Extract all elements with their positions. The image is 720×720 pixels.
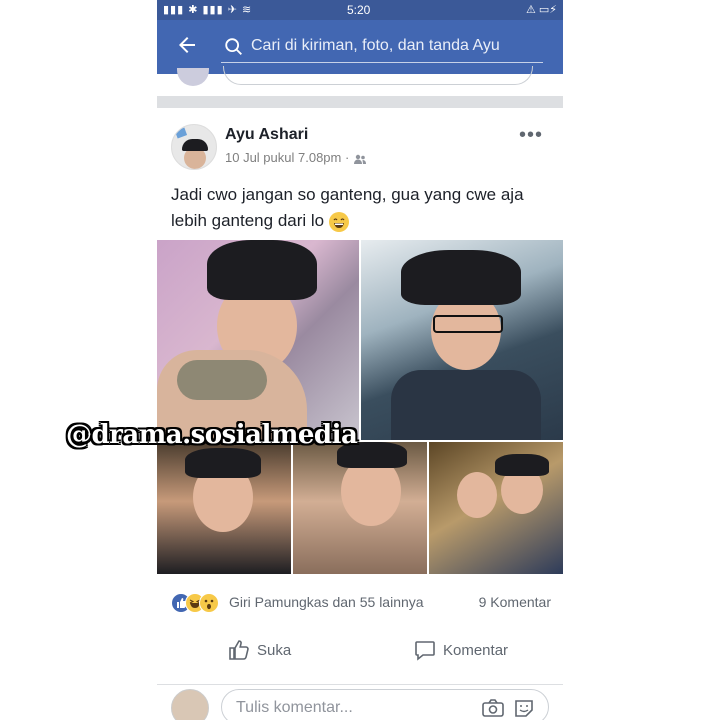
phone-screen: ▮▮▮ ✱ ▮▮▮ ✈ ≋ 5:20 ⚠ ▭⚡ Cari di kiriman,… [157, 0, 563, 720]
grinning-emoji-icon [328, 211, 349, 232]
thumbs-up-icon [229, 640, 249, 660]
search-icon [225, 38, 242, 55]
post-photo-4[interactable] [293, 442, 427, 574]
post-photo-2[interactable] [361, 240, 563, 440]
comment-bubble-icon [415, 641, 435, 661]
more-options-icon[interactable]: ••• [519, 124, 543, 147]
post-header: Ayu Ashari 10 Jul pukul 7.08pm · ••• [157, 110, 563, 172]
author-avatar[interactable] [171, 124, 217, 170]
comment-input[interactable]: Tulis komentar... [221, 689, 549, 720]
post-photo-1[interactable] [157, 240, 359, 440]
battery-icon: ⚠ ▭⚡ [525, 4, 557, 16]
comment-bar: Tulis komentar... [157, 684, 563, 720]
search-input[interactable]: Cari di kiriman, foto, dan tanda Ayu [221, 32, 543, 63]
comment-placeholder: Tulis komentar... [236, 699, 353, 716]
composer-strip [157, 66, 563, 94]
sticker-icon[interactable] [514, 698, 536, 718]
reaction-icons [171, 593, 227, 613]
post-timestamp[interactable]: 10 Jul pukul 7.08pm [225, 150, 341, 165]
status-time: 5:20 [347, 3, 371, 17]
author-name[interactable]: Ayu Ashari [225, 126, 308, 144]
watermark-text: @drama.sosialmedia [66, 420, 358, 450]
post-meta: 10 Jul pukul 7.08pm · [225, 150, 367, 165]
like-label: Suka [257, 642, 292, 659]
commenter-avatar [171, 689, 209, 720]
camera-icon[interactable] [482, 698, 504, 718]
post-text: Jadi cwo jangan so ganteng, gua yang cwe… [171, 182, 551, 234]
wow-reaction-icon [199, 593, 219, 613]
friends-icon [353, 154, 366, 164]
comment-count[interactable]: 9 Komentar [479, 594, 551, 610]
search-placeholder: Cari di kiriman, foto, dan tanda Ayu [251, 37, 500, 54]
back-arrow-icon[interactable] [175, 33, 201, 59]
composer-box[interactable] [223, 66, 533, 85]
comment-label: Komentar [443, 642, 509, 659]
signal-icons: ▮▮▮ ✱ ▮▮▮ ✈ ≋ [163, 4, 253, 16]
section-divider [157, 96, 563, 108]
post-photo-5[interactable] [429, 442, 563, 574]
reaction-names[interactable]: Giri Pamungkas dan 55 lainnya [229, 594, 424, 610]
status-bar: ▮▮▮ ✱ ▮▮▮ ✈ ≋ 5:20 ⚠ ▭⚡ [157, 0, 563, 20]
post-actions: Suka Komentar [157, 636, 563, 668]
post-photo-3[interactable] [157, 442, 291, 574]
reactions-bar[interactable]: Giri Pamungkas dan 55 lainnya 9 Komentar [171, 592, 551, 614]
avatar [177, 68, 209, 86]
separator-dot: · [344, 150, 353, 165]
